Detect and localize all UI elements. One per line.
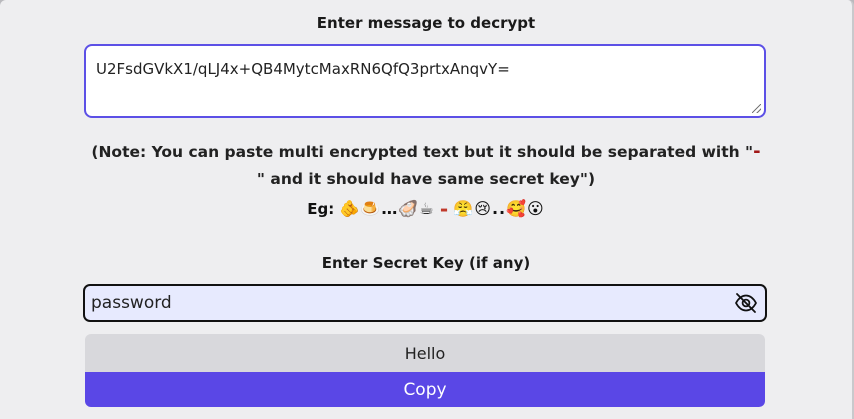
note-text-end: " and it should have same secret key") [256, 170, 596, 188]
example-separator: - [439, 197, 449, 221]
separator-note: (Note: You can paste multi encrypted tex… [90, 138, 762, 193]
secret-key-value: password [91, 293, 172, 313]
copy-button[interactable]: Copy [85, 372, 765, 407]
example-prefix: Eg: [307, 200, 335, 218]
example-line: Eg: 🫵🍮…🦪☕ - 😤😢..🥰😮 [0, 197, 852, 221]
message-label: Enter message to decrypt [316, 14, 536, 32]
secret-key-label: Enter Secret Key (if any) [321, 254, 531, 272]
example-emoji-group-1: 🫵🍮…🦪☕ [339, 199, 435, 218]
secret-key-input[interactable]: password [83, 284, 767, 322]
resize-handle-icon[interactable] [752, 104, 761, 113]
encrypted-message-text: U2FsdGVkX1/qLJ4x+QB4MytcMaxRN6QfQ3prtxAn… [96, 60, 510, 78]
encrypted-message-textarea[interactable]: U2FsdGVkX1/qLJ4x+QB4MytcMaxRN6QfQ3prtxAn… [84, 44, 766, 118]
note-separator: - [753, 141, 761, 162]
eye-off-icon[interactable] [733, 290, 759, 316]
decrypt-panel: Enter message to decrypt U2FsdGVkX1/qLJ4… [0, 0, 854, 419]
note-text-start: (Note: You can paste multi encrypted tex… [91, 143, 754, 161]
example-emoji-group-2: 😤😢..🥰😮 [453, 199, 545, 218]
decrypted-result: Hello [85, 334, 765, 372]
